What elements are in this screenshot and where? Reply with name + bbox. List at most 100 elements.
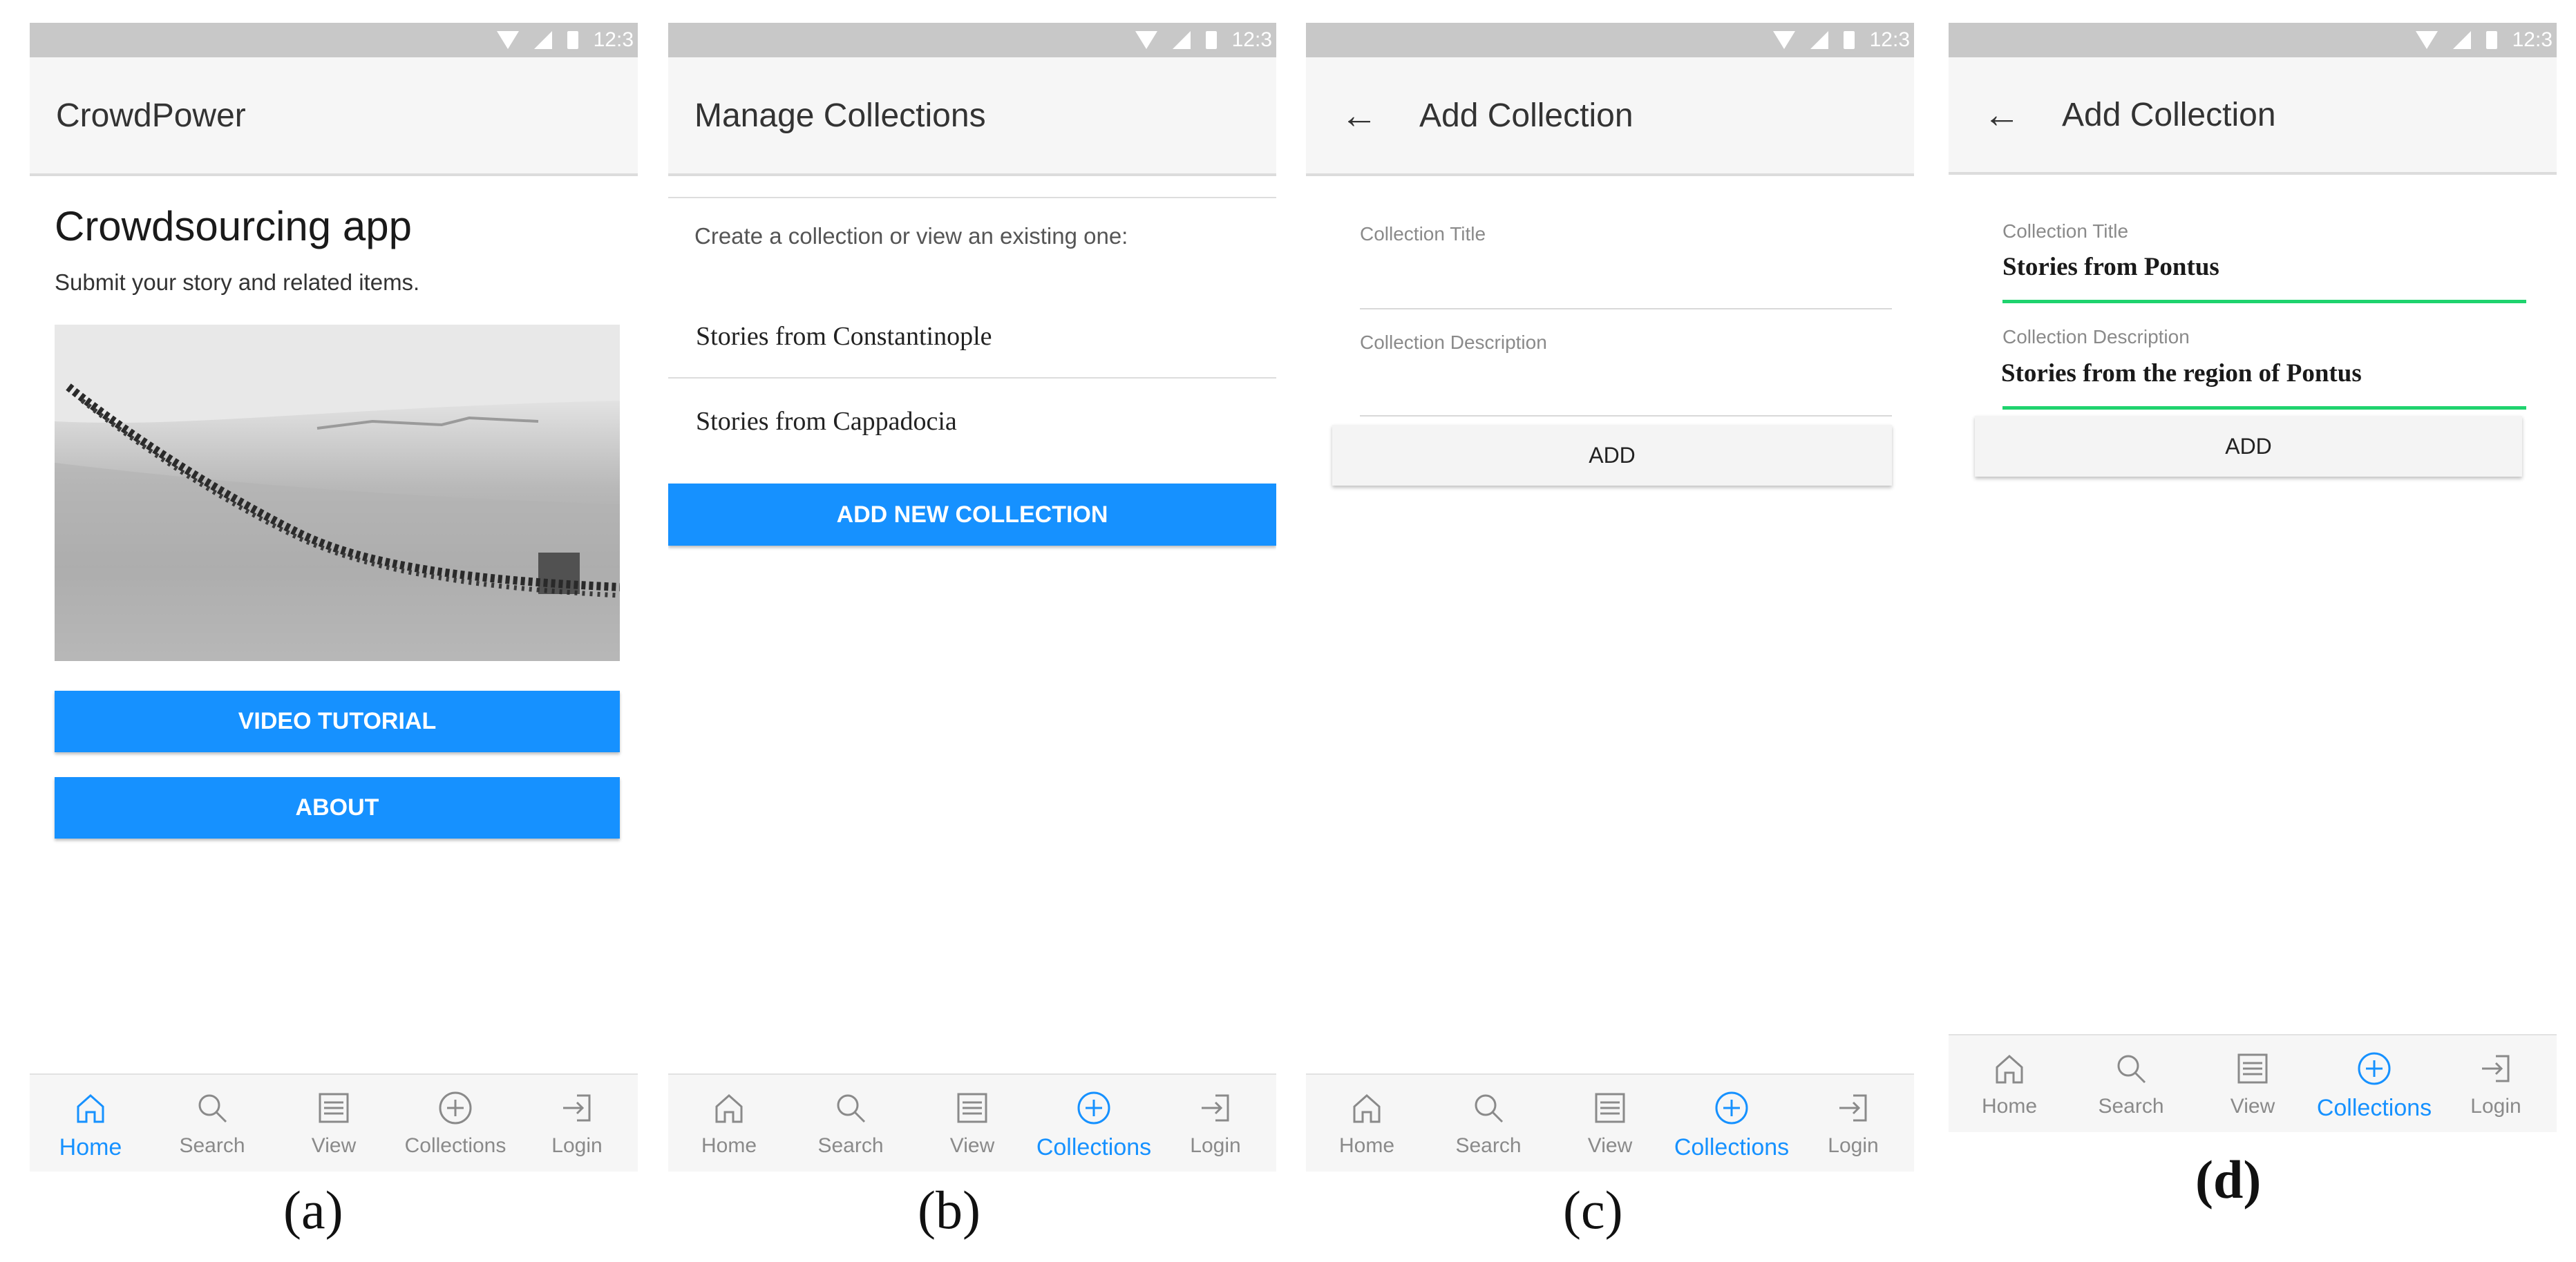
photo-illustration [55, 325, 620, 661]
nav-home[interactable]: Home [668, 1075, 790, 1172]
add-button[interactable]: ADD [1975, 416, 2522, 477]
search-icon [2117, 1055, 2146, 1084]
figure-caption-d: (d) [2195, 1149, 2262, 1210]
add-button[interactable]: ADD [1332, 425, 1892, 486]
collection-list-item[interactable]: Stories from Constantinople [668, 296, 1276, 379]
nav-login-label: Login [551, 1134, 603, 1157]
status-bar: 12:3 [1949, 23, 2557, 57]
collection-title-input[interactable]: Stories from Pontus [2002, 252, 2219, 282]
nav-home[interactable]: Home [30, 1075, 151, 1172]
login-icon [563, 1094, 591, 1122]
video-tutorial-button[interactable]: VIDEO TUTORIAL [55, 691, 620, 752]
page-title: Add Collection [1419, 97, 1633, 134]
nav-view[interactable]: View [2192, 1035, 2313, 1132]
nav-login-label: Login [2470, 1095, 2521, 1118]
collection-title-underline [2002, 300, 2526, 303]
home-icon [1996, 1054, 2023, 1084]
nav-search-label: Search [817, 1134, 884, 1157]
collection-list-item[interactable]: Stories from Cappadocia [668, 380, 1276, 463]
nav-home[interactable]: Home [1306, 1075, 1428, 1172]
nav-collections-label: Collections [2316, 1095, 2432, 1121]
intro-text: Create a collection or view an existing … [694, 223, 1128, 249]
nav-collections-label: Collections [404, 1134, 506, 1157]
nav-view-label: View [2230, 1095, 2275, 1118]
historical-photo [55, 325, 620, 661]
status-time: 12:3 [1869, 28, 1910, 51]
home-icon [77, 1093, 104, 1123]
nav-login-label: Login [1190, 1134, 1241, 1157]
wifi-icon [1772, 31, 1795, 49]
app-bar: Manage Collections [668, 57, 1276, 176]
nav-collections[interactable]: Collections [1671, 1075, 1792, 1172]
bottom-nav: Home Search View Collections Login [1306, 1073, 1914, 1172]
nav-collections[interactable]: Collections [1033, 1075, 1155, 1172]
nav-collections-label: Collections [1674, 1134, 1790, 1160]
app-bar: ← Add Collection [1949, 57, 2557, 175]
status-bar: 12:3 [30, 23, 638, 57]
collection-description-input[interactable]: Stories from the region of Pontus [2001, 358, 2362, 388]
wifi-icon [496, 31, 519, 49]
nav-collections[interactable]: Collections [2313, 1035, 2435, 1132]
nav-home-label: Home [1338, 1134, 1395, 1157]
nav-view[interactable]: View [273, 1075, 395, 1172]
app-title: CrowdPower [56, 97, 246, 134]
add-circle-icon [439, 1091, 472, 1125]
battery-icon [1843, 31, 1855, 49]
status-time: 12:3 [2512, 28, 2553, 51]
add-new-collection-button[interactable]: ADD NEW COLLECTION [668, 484, 1276, 546]
add-circle-icon [1077, 1091, 1110, 1125]
nav-login[interactable]: Login [1792, 1075, 1914, 1172]
status-time: 12:3 [593, 28, 634, 51]
nav-view[interactable]: View [911, 1075, 1033, 1172]
battery-icon [567, 31, 578, 49]
list-icon [2237, 1053, 2268, 1084]
login-icon [1202, 1094, 1229, 1122]
screen-home: 12:3 CrowdPower Crowdsourcing app Submit… [30, 23, 638, 1172]
nav-home-label: Home [1981, 1095, 2038, 1118]
home-icon [715, 1093, 743, 1123]
screen-manage-collections: 12:3 Manage Collections Create a collect… [668, 23, 1276, 1172]
status-bar: 12:3 [1306, 23, 1914, 57]
nav-search[interactable]: Search [1428, 1075, 1549, 1172]
list-icon [957, 1093, 987, 1123]
nav-login[interactable]: Login [516, 1075, 638, 1172]
nav-view-label: View [1587, 1134, 1633, 1157]
nav-home[interactable]: Home [1949, 1035, 2070, 1132]
search-icon [198, 1094, 227, 1123]
nav-home-label: Home [701, 1134, 757, 1157]
screen-add-collection-filled: 12:3 ← Add Collection Collection Title S… [1949, 23, 2557, 1132]
nav-search-label: Search [2098, 1095, 2164, 1118]
screen-add-collection-empty: 12:3 ← Add Collection Collection Title C… [1306, 23, 1914, 1172]
nav-view-label: View [311, 1134, 357, 1157]
add-circle-icon [1715, 1091, 1748, 1125]
collection-description-underline [2002, 406, 2526, 410]
nav-view[interactable]: View [1549, 1075, 1671, 1172]
signal-icon [1810, 31, 1828, 49]
search-icon [1475, 1094, 1504, 1123]
nav-search[interactable]: Search [790, 1075, 911, 1172]
collection-description-underline [1360, 415, 1892, 417]
page-heading: Crowdsourcing app [55, 203, 412, 249]
collection-title-label: Collection Title [1360, 223, 1486, 245]
nav-login[interactable]: Login [2435, 1035, 2557, 1132]
nav-collections[interactable]: Collections [395, 1075, 516, 1172]
collection-title-label: Collection Title [2002, 220, 2129, 242]
nav-collections-label: Collections [1036, 1134, 1152, 1160]
back-arrow-icon[interactable]: ← [1949, 93, 2062, 136]
wifi-icon [1135, 31, 1157, 49]
wifi-icon [2415, 31, 2438, 49]
collection-description-label: Collection Description [2002, 326, 2190, 347]
signal-icon [533, 31, 552, 49]
about-button[interactable]: ABOUT [55, 777, 620, 839]
app-bar: ← Add Collection [1306, 57, 1914, 176]
signal-icon [1172, 31, 1191, 49]
nav-search[interactable]: Search [151, 1075, 273, 1172]
figure-caption-a: (a) [283, 1180, 343, 1240]
back-arrow-icon[interactable]: ← [1306, 94, 1419, 137]
nav-search[interactable]: Search [2070, 1035, 2192, 1132]
page-title: Add Collection [2062, 96, 2276, 133]
search-icon [837, 1094, 866, 1123]
nav-login[interactable]: Login [1155, 1075, 1276, 1172]
nav-search-label: Search [1455, 1134, 1522, 1157]
add-circle-icon [2358, 1052, 2391, 1085]
